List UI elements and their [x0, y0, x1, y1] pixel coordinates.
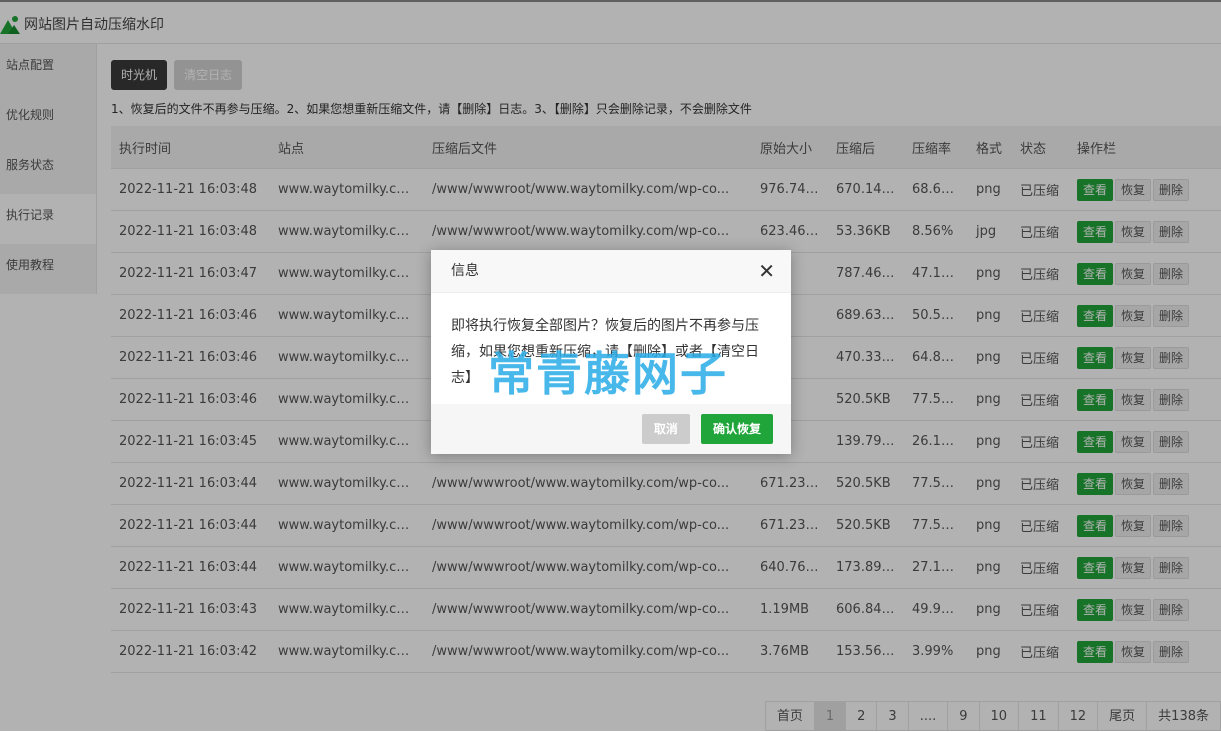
dialog-footer: 取消 确认恢复	[431, 404, 791, 454]
dialog-title: 信息	[451, 263, 479, 279]
confirm-restore-button[interactable]: 确认恢复	[700, 414, 773, 444]
close-icon[interactable]: ✕	[758, 250, 775, 292]
cancel-button[interactable]: 取消	[641, 414, 690, 444]
dialog-header: 信息 ✕	[431, 250, 791, 293]
watermark-text: 常青藤网子	[488, 347, 728, 401]
